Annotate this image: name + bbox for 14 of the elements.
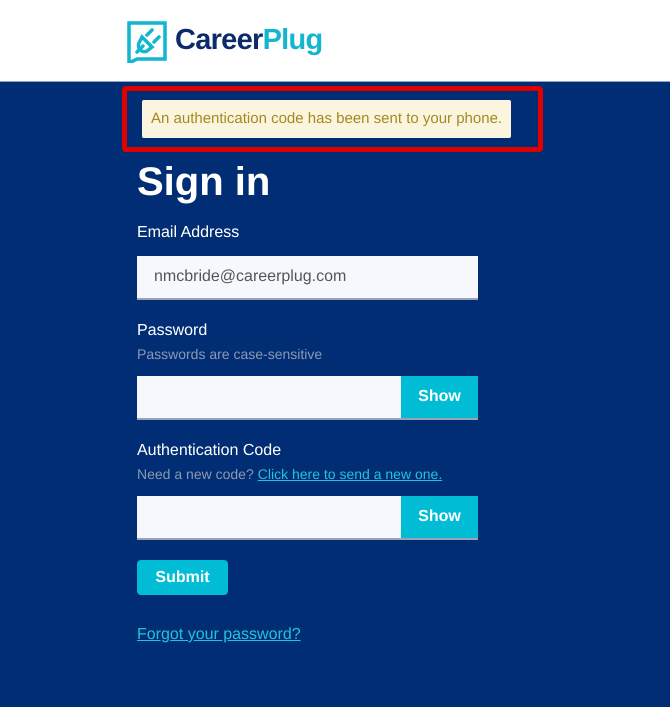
forgot-password-link[interactable]: Forgot your password?	[137, 626, 301, 643]
logo-icon	[125, 18, 169, 62]
field-label: Email Address	[137, 223, 240, 243]
field-label: Password	[137, 321, 208, 341]
email-field[interactable]: nmcbride@careerplug.com	[137, 256, 478, 298]
password-field[interactable]	[137, 376, 401, 418]
password-field[interactable]	[137, 496, 401, 538]
field-hint: Passwords are case-sensitive	[137, 345, 322, 364]
resend-code-link[interactable]: Click here to send a new one.	[258, 464, 442, 484]
page-heading: Sign in	[137, 159, 272, 206]
field-hint: Need a new code?	[137, 465, 254, 484]
field-label: Authentication Code	[137, 441, 282, 461]
logo-text: CareerPlug	[175, 22, 322, 58]
alert-message: An authentication code has been sent to your phone.	[142, 100, 512, 138]
